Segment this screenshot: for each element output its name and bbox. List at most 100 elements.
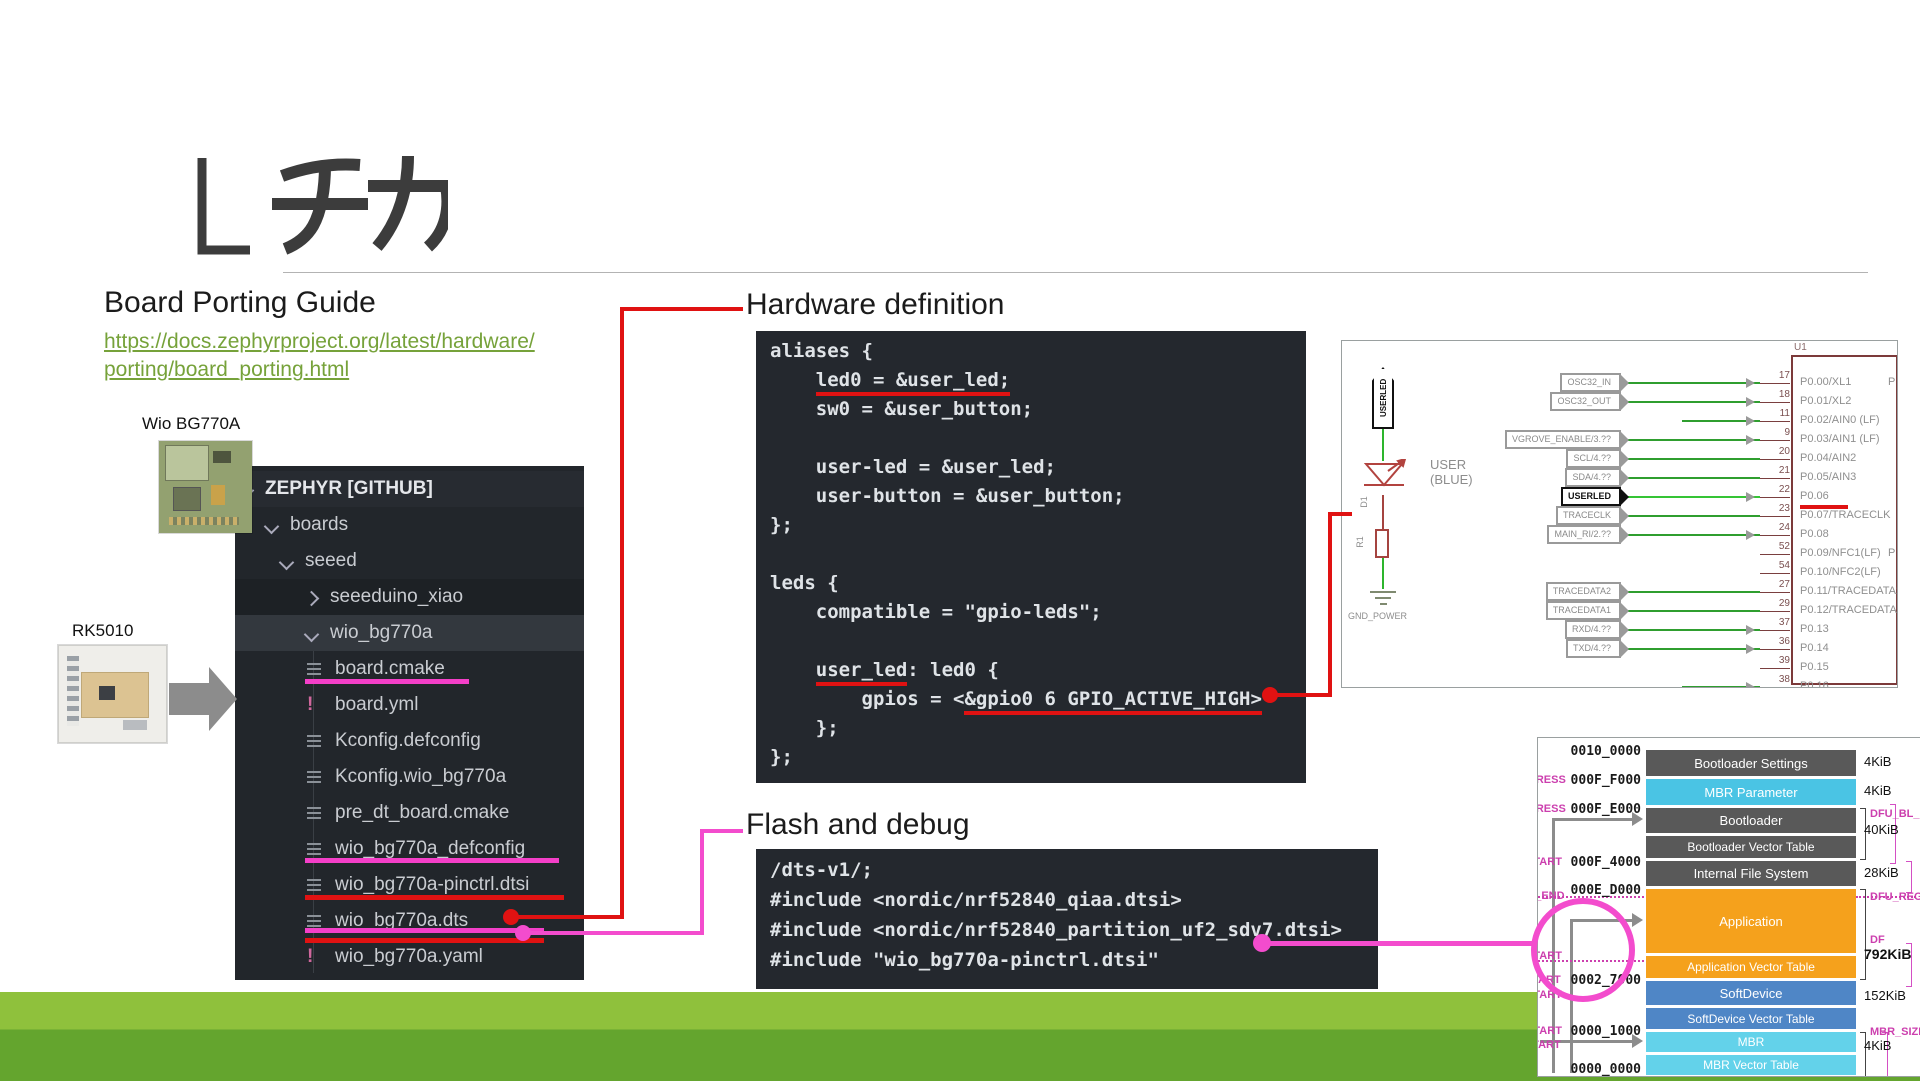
tree-item-zephyr-github-[interactable]: ZEPHYR [GITHUB]: [235, 471, 584, 507]
flash-debug-heading: Flash and debug: [746, 808, 970, 842]
tree-item-label: board.yml: [335, 687, 418, 723]
mem-left-label: ADDRESS: [1537, 803, 1566, 815]
tree-item-label: wio_bg770a: [330, 615, 432, 651]
code-line: };: [770, 743, 1292, 772]
io-arrow-icon: [1746, 435, 1755, 445]
tree-item-wio-bg770a-yaml[interactable]: ! wio_bg770a.yaml: [235, 939, 584, 975]
resistor-symbol: [1375, 529, 1389, 558]
tree-item-kconfig-wio-bg770a[interactable]: Kconfig.wio_bg770a: [235, 759, 584, 795]
net-wire: [1623, 401, 1760, 403]
code-line: [770, 540, 1292, 569]
link-line-1: https://docs.zephyrproject.org/latest/ha…: [104, 330, 535, 353]
mem-size-label: 152KiB: [1864, 988, 1906, 1003]
devicetree-code-block: aliases { led0 = &user_led; sw0 = &user_…: [756, 331, 1306, 783]
underline-mark-red: [305, 938, 544, 943]
file-tree: ZEPHYR [GITHUB]boardsseeedseeeduino_xiao…: [235, 466, 584, 980]
tree-item-wio-bg770a-defconfig[interactable]: wio_bg770a_defconfig: [235, 831, 584, 867]
bracket-application-group: [1860, 889, 1866, 980]
pin-number: 38: [1760, 674, 1790, 688]
tree-item-wio-bg770a-pinctrl-dtsi[interactable]: wio_bg770a-pinctrl.dtsi: [235, 867, 584, 903]
pin-name-p0-12-tracedata1: P0.12/TRACEDATA1: [1800, 604, 1898, 616]
userled-net-flag-vertical: USERLED: [1372, 367, 1394, 429]
pin-name-p0-06: P0.06: [1800, 490, 1829, 502]
clipped-pin-text: P: [1888, 547, 1895, 559]
code-line: sw0 = &user_button;: [770, 395, 1292, 424]
underline-mark-pink: [305, 679, 469, 684]
underline-mark-pink: [305, 858, 559, 863]
underline-mark-red: [305, 895, 564, 900]
tree-item-label: seeeduino_xiao: [330, 579, 463, 615]
code-line: /dts-v1/;: [770, 855, 1364, 885]
pin-name-p0-15: P0.15: [1800, 661, 1829, 673]
pin-name-p0-14: P0.14: [1800, 642, 1829, 654]
pin-number: 22: [1760, 484, 1790, 498]
tree-item-label: ZEPHYR [GITHUB]: [265, 471, 433, 507]
net-flag-userled: USERLED: [1561, 487, 1621, 506]
mem-size-label: 792KiB: [1864, 946, 1911, 962]
board-porting-link[interactable]: https://docs.zephyrproject.org/latest/ha…: [104, 328, 535, 384]
gnd-label: GND_POWER: [1348, 611, 1407, 621]
arrow-to-application: [1632, 913, 1643, 927]
pin-name-p0-10-nfc2-lf-: P0.10/NFC2(LF): [1800, 566, 1881, 578]
code-line: user-button = &user_button;: [770, 482, 1292, 511]
net-wire: [1623, 629, 1760, 631]
mem-block-application: Application: [1646, 889, 1856, 953]
tree-item-boards[interactable]: boards: [235, 507, 584, 543]
pin-number: 18: [1760, 389, 1790, 403]
net-flag-scl-4-: SCL/4.??: [1566, 449, 1621, 468]
chevron-down-icon: [264, 519, 280, 535]
net-wire: [1623, 382, 1760, 384]
list-file-icon: [307, 843, 321, 856]
list-file-icon: [307, 915, 321, 928]
mem-size-label: 40KiB: [1864, 822, 1899, 837]
tree-item-board-yml[interactable]: !board.yml: [235, 687, 584, 723]
pin-number: 27: [1760, 579, 1790, 593]
arrow-right-icon: [169, 683, 209, 715]
tree-item-wio-bg770a[interactable]: wio_bg770a: [235, 615, 584, 651]
mem-block-softdevice: SoftDevice: [1646, 981, 1856, 1005]
tree-item-seeeduino-xiao[interactable]: seeeduino_xiao: [235, 579, 584, 615]
net-flag-txd-4-: TXD/4.??: [1566, 639, 1621, 658]
net-wire: [1623, 477, 1760, 479]
net-flag-vgrove-enable-3-: VGROVE_ENABLE/3.??: [1505, 430, 1621, 449]
mem-left-label: ASH_END: [1537, 890, 1566, 902]
pin-name-p0-03-ain1-lf-: P0.03/AIN1 (LF): [1800, 433, 1879, 445]
board1-label: Wio BG770A: [142, 414, 240, 434]
net-flag-traceclk: TRACECLK: [1556, 506, 1621, 525]
code-line: user_led: led0 {: [770, 656, 1292, 685]
net-flag-tracedata2: TRACEDATA2: [1546, 582, 1621, 601]
pin-number: 9: [1760, 427, 1790, 441]
code-line: [770, 627, 1292, 656]
board2-label: RK5010: [72, 621, 133, 641]
highlight-circle: [1531, 898, 1635, 1002]
tree-item-kconfig-defconfig[interactable]: Kconfig.defconfig: [235, 723, 584, 759]
mem-left-label: L_START: [1537, 1039, 1566, 1051]
schematic-panel: U1 USERLED USER(BLUE) D1 R1 GND_POWER 17…: [1341, 340, 1898, 688]
tree-item-label: wio_bg770a.yaml: [335, 939, 483, 975]
tree-item-seeed[interactable]: seeed: [235, 543, 584, 579]
chevron-down-icon: [279, 555, 295, 571]
link-line-2: porting/board_porting.html: [104, 358, 349, 381]
connector-dot-red-tree: [503, 909, 519, 925]
io-arrow-icon: [1746, 397, 1755, 407]
pin-name-p0-05-ain3: P0.05/AIN3: [1800, 471, 1856, 483]
list-file-icon: [307, 771, 321, 784]
tree-item-label: boards: [290, 507, 348, 543]
hardware-definition-heading: Hardware definition: [746, 288, 1004, 322]
io-arrow-icon: [1746, 644, 1755, 654]
io-arrow-icon: [1746, 416, 1755, 426]
net-flag-sda-4-: SDA/4.??: [1565, 468, 1621, 487]
tree-item-board-cmake[interactable]: board.cmake: [235, 651, 584, 687]
net-wire: [1623, 458, 1760, 460]
yaml-file-icon: !: [307, 939, 313, 975]
underline-mark-pink: [305, 928, 544, 933]
led-symbol: [1358, 459, 1408, 497]
tree-item-pre-dt-board-cmake[interactable]: pre_dt_board.cmake: [235, 795, 584, 831]
led-wire-top: [1382, 429, 1384, 461]
clipped-pin-text: P: [1888, 376, 1895, 388]
ic-reference: U1: [1794, 342, 1807, 353]
code-line: #include <nordic/nrf52840_qiaa.dtsi>: [770, 885, 1364, 915]
code-line: user-led = &user_led;: [770, 453, 1292, 482]
pin-number: 23: [1760, 503, 1790, 517]
net-flag-osc32-in: OSC32_IN: [1560, 373, 1621, 392]
